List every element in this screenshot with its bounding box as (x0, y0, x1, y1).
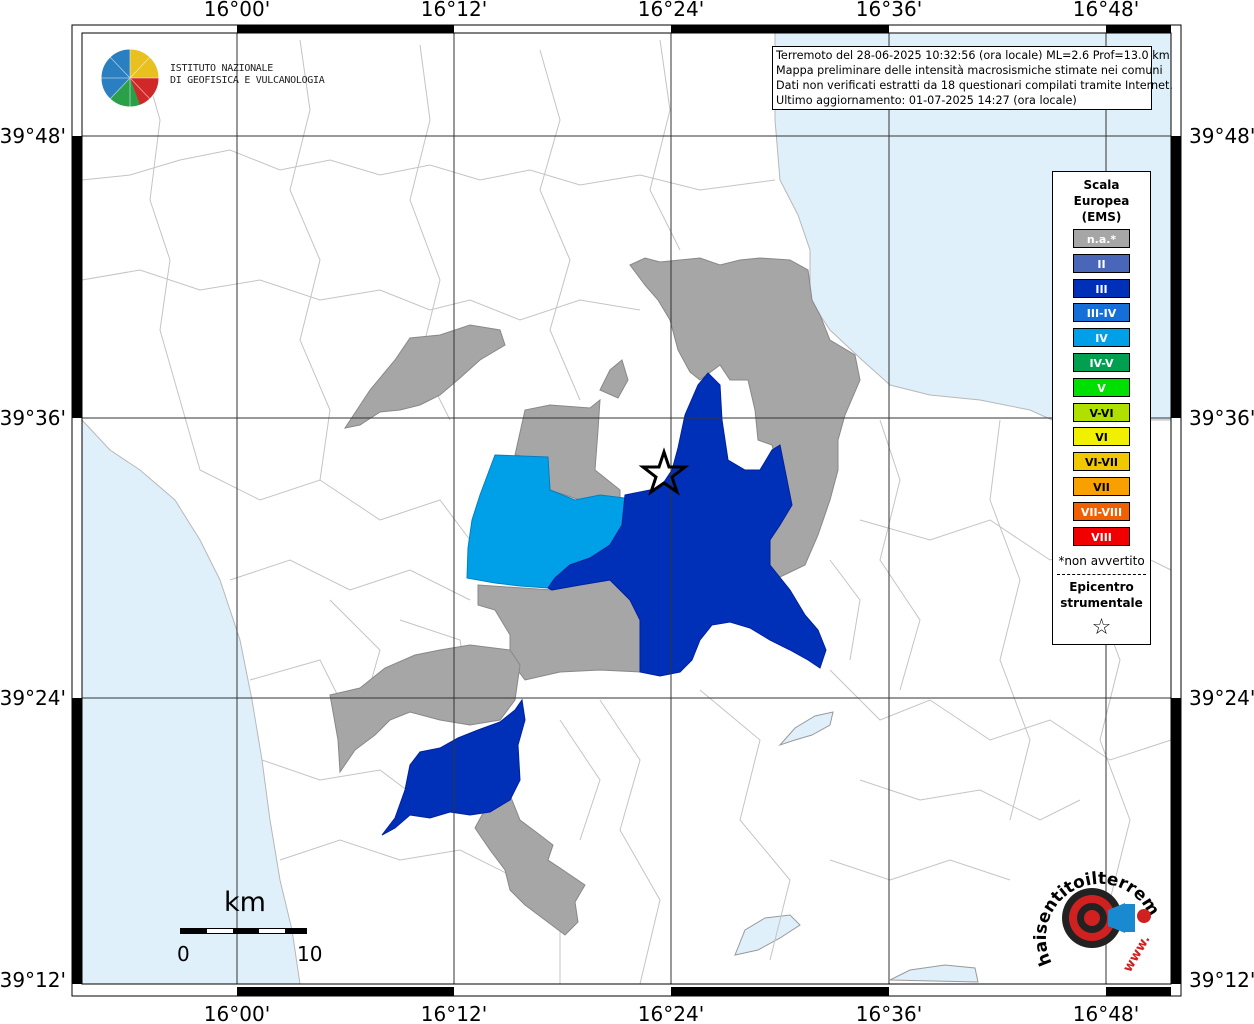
lon-label-bottom: 16°00' (204, 1002, 270, 1024)
lon-label-bottom: 16°24' (638, 1002, 704, 1024)
legend-item-v-vi: V-VI (1073, 402, 1130, 422)
scale-unit: km (224, 887, 266, 918)
ingv-name-line1: ISTITUTO NAZIONALE (170, 63, 273, 74)
axis-labels-right: 39°48' 39°36' 39°24' 39°12' (1189, 124, 1254, 992)
info-line-updated: Ultimo aggiornamento: 01-07-2025 14:27 (… (776, 94, 1077, 107)
lon-label-bottom: 16°36' (856, 1002, 922, 1024)
lat-label-right: 39°12' (1189, 968, 1254, 992)
legend-title-line: Europea (1073, 194, 1130, 208)
legend-title-line: Scala (1083, 178, 1120, 192)
lat-label-left: 39°48' (0, 124, 66, 148)
axis-labels-left: 39°48' 39°36' 39°24' 39°12' (0, 124, 66, 992)
scale-bar: km 0 10 (177, 887, 322, 967)
legend-separator (1057, 573, 1146, 575)
lat-label-right: 39°36' (1189, 406, 1254, 430)
hst-url-text: www. (1120, 933, 1153, 975)
legend-item-v: V (1073, 377, 1130, 397)
lat-label-right: 39°24' (1189, 686, 1254, 710)
legend-item-iv: IV (1073, 328, 1130, 348)
legend-epicenter-line: Epicentro (1069, 579, 1134, 594)
legend-item-viii: VIII (1073, 526, 1130, 546)
globe-icon (100, 48, 160, 108)
lon-label-top: 16°48' (1073, 0, 1139, 21)
legend-item-ii: II (1073, 253, 1130, 273)
legend-item-vii-viii: VII-VIII (1073, 501, 1130, 521)
lon-label-top: 16°00' (204, 0, 270, 21)
earthquake-info: Terremoto del 28-06-2025 10:32:56 (ora l… (772, 46, 1173, 110)
lon-label-top: 16°24' (638, 0, 704, 21)
legend-star-icon: ☆ (1091, 614, 1112, 640)
legend-title: Scala Europea (EMS) (1053, 177, 1150, 225)
target-icon: haisentitoilterremoto.it www. (1024, 843, 1163, 975)
scale-min: 0 (177, 942, 190, 966)
legend-title-line: (EMS) (1081, 210, 1122, 224)
lat-label-left: 39°36' (0, 406, 66, 430)
legend-item-vii: VII (1073, 476, 1130, 496)
legend-items: n.a.* II III III-IV IV IV-V V V-VI VI VI-VII VII VI… (1053, 229, 1150, 546)
info-line-description: Mappa preliminare delle intensità macros… (776, 64, 1163, 77)
legend-item-vi-vii: VI-VII (1073, 452, 1130, 472)
legend-epicenter-label: Epicentro strumentale (1053, 579, 1150, 611)
legend-note: *non avvertito (1058, 553, 1145, 568)
hst-logo: haisentitoilterremoto.it www. (1024, 843, 1165, 983)
legend-item-iii-iv: III-IV (1073, 303, 1130, 323)
lat-label-right: 39°48' (1189, 124, 1254, 148)
legend-item-iii: III (1073, 278, 1130, 298)
legend-item-n-a-: n.a.* (1073, 229, 1130, 248)
ingv-name-line2: DI GEOFISICA E VULCANOLOGIA (170, 75, 325, 86)
lat-label-left: 39°24' (0, 686, 66, 710)
info-line-data-source: Dati non verificati estratti da 18 quest… (776, 79, 1173, 92)
scale-bar-graphic (180, 928, 307, 934)
legend-epicenter-line: strumentale (1060, 595, 1143, 610)
axis-labels-top: 16°00' 16°12' 16°24' 16°36' 16°48' (204, 0, 1139, 21)
legend-item-vi: VI (1073, 427, 1130, 447)
info-line-event: Terremoto del 28-06-2025 10:32:56 (ora l… (776, 49, 1170, 62)
lat-label-left: 39°12' (0, 968, 66, 992)
lon-label-bottom: 16°12' (421, 1002, 487, 1024)
lon-label-top: 16°36' (856, 0, 922, 21)
legend-item-iv-v: IV-V (1073, 352, 1130, 372)
axis-labels-bottom: 16°00' 16°12' 16°24' 16°36' 16°48' (204, 1002, 1139, 1024)
ems-legend: Scala Europea (EMS) n.a.* II III III-IV IV IV… (1052, 171, 1151, 645)
lon-label-top: 16°12' (421, 0, 487, 21)
ingv-logo-text: ISTITUTO NAZIONALE DI GEOFISICA E VULCAN… (170, 63, 325, 87)
scale-max: 10 (297, 942, 323, 966)
lon-label-bottom: 16°48' (1073, 1002, 1139, 1024)
